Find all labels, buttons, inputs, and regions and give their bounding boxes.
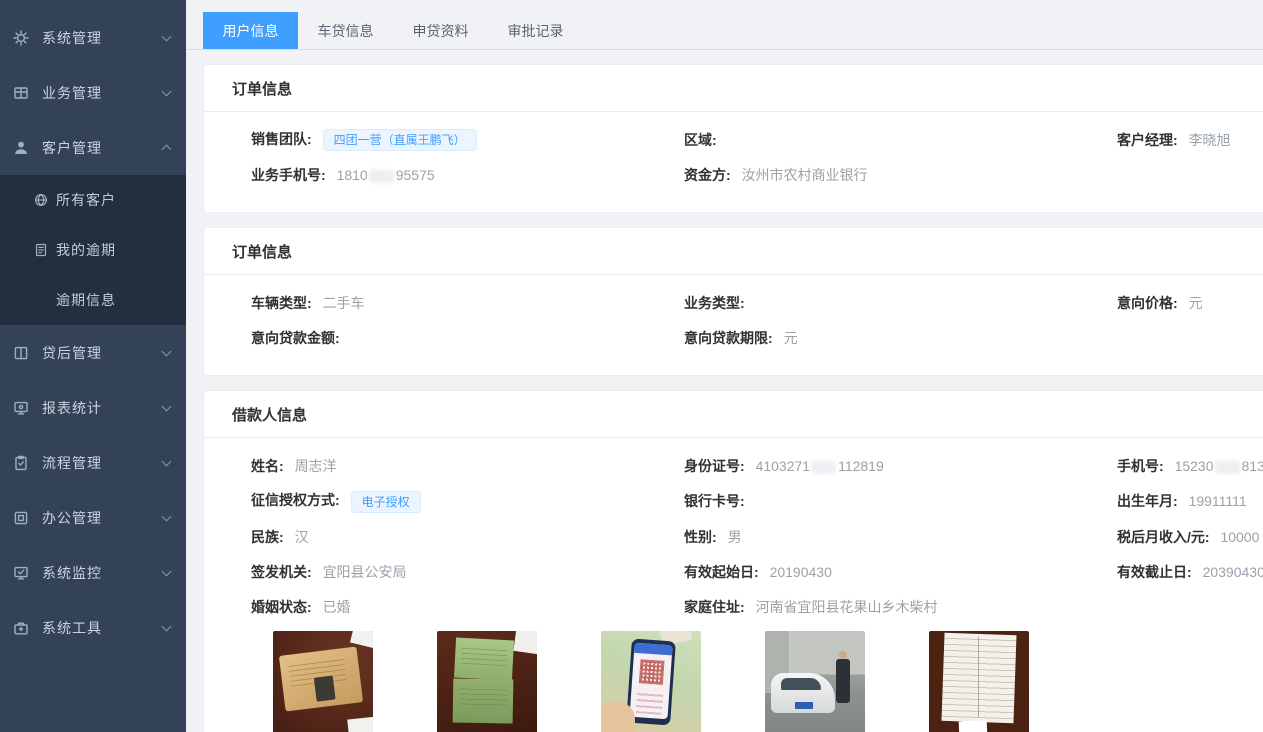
chevron-down-icon [162,566,172,576]
nested-square-icon [12,509,30,527]
sidebar-item-label: 客户管理 [42,138,163,158]
sidebar-item-label: 业务管理 [42,83,163,103]
redaction-blur [1215,461,1240,474]
redaction-blur [369,170,394,183]
document-icon [33,242,49,258]
sidebar-item-office-management[interactable]: 办公管理 [0,490,186,545]
tab-car-loan-info[interactable]: 车贷信息 [298,12,393,49]
sidebar: 系统管理 业务管理 客户管理 所有客户 [0,0,186,732]
sidebar-item-postloan-management[interactable]: 贷后管理 [0,325,186,380]
vehicle-license-photo-thumbnail [437,631,537,732]
card-title: 订单信息 [204,228,1263,275]
field-valid-from: 有效起始日: 20190430 [684,562,1117,582]
sidebar-item-report-statistics[interactable]: 报表统计 [0,380,186,435]
chevron-down-icon [162,511,172,521]
sales-team-tag: 四团一营（直属王鹏飞） [323,129,477,151]
field-mobile: 手机号: 152308137 [1117,456,1263,476]
field-gender: 性别: 男 [684,527,1117,547]
sidebar-item-label: 办公管理 [42,508,163,528]
photo-id-card[interactable]: 人像面 [273,631,373,732]
app-window: 系统管理 业务管理 客户管理 所有客户 [0,0,1263,732]
sidebar-item-process-management[interactable]: 流程管理 [0,435,186,490]
chevron-down-icon [162,621,172,631]
borrower-info-card: 借款人信息 姓名: 周志洋 身份证号: 4103271112819 手机号: 1… [203,390,1263,732]
sidebar-item-label: 逾期信息 [56,290,116,310]
sidebar-item-label: 贷后管理 [42,343,163,363]
id-card-photo-thumbnail [273,631,373,732]
sidebar-item-business-management[interactable]: 业务管理 [0,65,186,120]
gear-icon [12,29,30,47]
photo-material-document[interactable]: 其他材料 [929,631,1029,732]
grid-icon [12,84,30,102]
field-home-address: 家庭住址: 河南省宜阳县花果山乡木柴村 [684,597,1117,617]
field-id-number: 身份证号: 4103271112819 [684,456,1117,476]
person-car-photo-thumbnail [765,631,865,732]
book-icon [12,344,30,362]
document-photos: 人像面 行驶证 [251,631,1263,732]
field-birth-date: 出生年月: 19911111 [1117,491,1263,511]
field-business-phone: 业务手机号: 181095575 [251,165,684,185]
tab-loan-application-materials[interactable]: 申贷资料 [393,12,488,49]
sidebar-item-label: 系统管理 [42,28,163,48]
sidebar-item-customer-management[interactable]: 客户管理 [0,120,186,175]
field-region: 区域: [684,130,1117,150]
monitor-icon [12,399,30,417]
auth-qr-photo-thumbnail [601,631,701,732]
sidebar-item-label: 系统监控 [42,563,163,583]
monitor-check-icon [12,564,30,582]
tab-approval-records[interactable]: 审批记录 [488,12,583,49]
field-name: 姓名: 周志洋 [251,456,684,476]
user-icon [12,139,30,157]
field-credit-auth-method: 征信授权方式: 电子授权 [251,490,684,512]
field-intent-price: 意向价格: 元 [1117,293,1263,313]
globe-icon [33,192,49,208]
field-valid-to: 有效截止日: 20390430 [1117,562,1263,582]
photo-person-with-car[interactable]: 人车合影 [765,631,865,732]
field-loan-amount: 意向贷款金额: [251,328,684,348]
chevron-down-icon [162,86,172,96]
field-ethnicity: 民族: 汉 [251,527,684,547]
field-customer-manager: 客户经理: 李晓旭 [1117,130,1263,150]
field-funder: 资金方: 汝州市农村商业银行 [684,165,1117,185]
sidebar-item-system-management[interactable]: 系统管理 [0,10,186,65]
photo-auth-qr[interactable]: 授权码 [601,631,701,732]
credit-auth-tag: 电子授权 [351,491,421,513]
field-vehicle-type: 车辆类型: 二手车 [251,293,684,313]
clipboard-icon [12,454,30,472]
chevron-down-icon [162,456,172,466]
field-loan-term: 意向贷款期限: 元 [684,328,1117,348]
sidebar-item-my-overdue[interactable]: 我的逾期 [0,225,186,275]
sidebar-item-label: 所有客户 [56,190,116,210]
sidebar-item-label: 系统工具 [42,618,163,638]
field-sales-team: 销售团队: 四团一营（直属王鹏飞） [251,129,684,151]
sidebar-item-label: 报表统计 [42,398,163,418]
redaction-blur [811,461,836,474]
field-marital-status: 婚姻状态: 已婚 [251,597,684,617]
chevron-up-icon [162,145,172,155]
field-issuing-authority: 签发机关: 宜阳县公安局 [251,562,684,582]
card-title: 订单信息 [204,65,1263,112]
sidebar-item-system-monitor[interactable]: 系统监控 [0,545,186,600]
detail-tabs: 用户信息 车贷信息 申贷资料 审批记录 [186,12,1263,50]
field-monthly-income: 税后月收入/元: 10000 [1117,527,1263,547]
photo-vehicle-license[interactable]: 行驶证 [437,631,537,732]
sidebar-item-system-tools[interactable]: 系统工具 [0,600,186,655]
sidebar-item-label: 我的逾期 [56,240,116,260]
loan-intent-card: 订单信息 车辆类型: 二手车 业务类型: 意向价格: 元 [203,227,1263,376]
card-title: 借款人信息 [204,391,1263,438]
chevron-down-icon [162,401,172,411]
order-info-card: 订单信息 销售团队: 四团一营（直属王鹏飞） 区域: 客户经理: 李晓旭 [203,64,1263,213]
main-content: 用户信息 车贷信息 申贷资料 审批记录 订单信息 销售团队: 四团一营（直属王鹏… [186,0,1263,732]
sidebar-item-label: 流程管理 [42,453,163,473]
tab-user-info[interactable]: 用户信息 [203,12,298,49]
field-business-type: 业务类型: [684,293,1117,313]
toolbox-icon [12,619,30,637]
sidebar-item-overdue-info[interactable]: 逾期信息 [0,275,186,325]
material-doc-photo-thumbnail [929,631,1029,732]
chevron-down-icon [162,346,172,356]
sidebar-submenu-customer: 所有客户 我的逾期 逾期信息 [0,175,186,325]
chevron-down-icon [162,31,172,41]
field-bank-card: 银行卡号: [684,491,1117,511]
sidebar-item-all-customers[interactable]: 所有客户 [0,175,186,225]
